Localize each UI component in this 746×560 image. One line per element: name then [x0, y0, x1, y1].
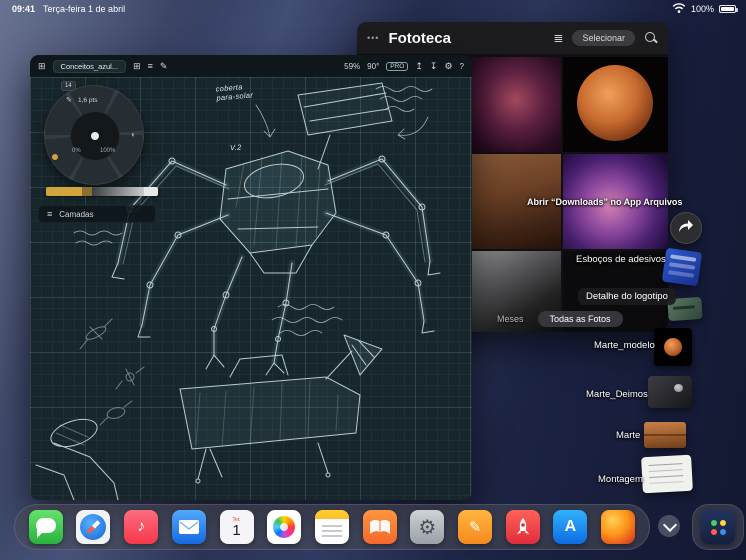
pro-badge[interactable]: PRO: [386, 61, 409, 71]
wifi-icon: [672, 3, 686, 15]
grid-settings-icon[interactable]: ⊞: [133, 61, 141, 71]
safari-app-icon[interactable]: [76, 510, 111, 544]
color-swatch-white[interactable]: [144, 187, 158, 196]
dock-suggested-section: [692, 504, 744, 550]
open-book-icon: [369, 519, 390, 534]
color-swatch-yellow[interactable]: [46, 187, 82, 196]
tool-wheel[interactable]: 14 ✎ 1,6 pts ◐ 0% 100%: [44, 81, 144, 185]
books-app-icon[interactable]: [362, 510, 397, 544]
search-icon[interactable]: [644, 31, 658, 45]
drag-thumb-mars-deimos[interactable]: [648, 376, 692, 408]
drag-thumb-mars[interactable]: [644, 422, 686, 448]
color-swatch-gray-gradient[interactable]: [92, 187, 144, 196]
view-options-icon[interactable]: ≣: [553, 31, 563, 45]
rotation-value[interactable]: 90°: [367, 62, 379, 71]
battery-percent: 100%: [690, 4, 714, 14]
messages-app-icon[interactable]: [28, 510, 63, 544]
envelope-icon: [178, 520, 199, 534]
share-button[interactable]: [670, 212, 702, 244]
photos-title: Fototeca: [388, 29, 451, 47]
tab-months[interactable]: Meses: [497, 314, 524, 324]
pencil-glyph: ✎: [468, 519, 482, 536]
opacity-min-label: 0%: [72, 148, 81, 154]
shade-tool-icon[interactable]: ◐: [131, 130, 136, 139]
drag-label-logo-detail: Detalhe do logotipo: [578, 288, 676, 305]
forward-arrow-icon: [677, 218, 695, 239]
help-button[interactable]: ?: [460, 62, 464, 71]
opacity-max-label: 100%: [100, 148, 116, 154]
clock: 09:41: [12, 4, 36, 14]
gear-icon[interactable]: ⚙: [444, 61, 452, 71]
photo-nebula-red[interactable]: [460, 57, 561, 152]
brush-icon[interactable]: ✎: [160, 61, 168, 71]
color-strip[interactable]: [46, 187, 158, 196]
active-color-dot[interactable]: [52, 154, 58, 160]
calendar-day: 1: [232, 522, 241, 540]
gear-glyph: ⚙: [418, 516, 437, 539]
tab-all-photos[interactable]: Todas as Fotos: [537, 311, 623, 327]
colored-dots-icon: [711, 520, 717, 526]
date-label: Terça-feira 1 de abril: [43, 4, 126, 14]
drop-tooltip: Abrir “Downloads” no App Arquivos: [527, 197, 683, 207]
annotation-cover-note: coberta para-solar: [215, 82, 254, 103]
drag-label-mars-model: Marte_modelo: [594, 340, 655, 351]
menu-icon[interactable]: ≡: [148, 61, 153, 71]
drag-thumb-mars-model[interactable]: [654, 328, 692, 366]
layers-panel[interactable]: ≡ Camadas: [38, 205, 156, 223]
drag-label-mars-deimos: Marte_Deimos: [586, 389, 648, 400]
music-app-icon[interactable]: ♪: [124, 510, 159, 544]
drag-label-mars: Marte: [616, 430, 641, 441]
layers-title: Camadas: [59, 209, 94, 219]
zoom-level[interactable]: 59%: [344, 62, 360, 71]
drag-label-stickers: Esboços de adesivos: [576, 254, 666, 265]
drag-thumb-stickers[interactable]: [661, 247, 703, 287]
browser-app-icon[interactable]: [601, 510, 636, 544]
dock-collapse-chevron[interactable]: [658, 515, 680, 537]
pages-app-icon[interactable]: ✎: [458, 510, 493, 544]
color-swatch-olive[interactable]: [82, 187, 92, 196]
concepts-window: ⊞ Conceitos_azul... ⊞ ≡ ✎ 59% 90° PRO ↥ …: [30, 55, 472, 500]
brush-size-label: 1,6 pts: [78, 97, 98, 104]
app-store-icon[interactable]: A: [553, 510, 588, 544]
rocket-icon: [516, 518, 529, 534]
battery-icon: [719, 5, 738, 13]
photos-app-icon[interactable]: [267, 510, 302, 544]
pen-tool-icon[interactable]: ✎: [66, 96, 72, 104]
photos-header: ••• Fototeca ≣ Selecionar: [357, 22, 668, 54]
tool-slot-badge: 14: [61, 81, 76, 91]
photo-mars-globe[interactable]: [563, 57, 668, 152]
music-note-icon: ♪: [137, 518, 146, 535]
app-library-icon[interactable]: [701, 510, 735, 544]
brush-preview-dot: [91, 132, 99, 140]
drag-thumb-montage[interactable]: [641, 454, 693, 494]
layers-menu-icon[interactable]: ≡: [47, 209, 52, 219]
import-icon[interactable]: ↧: [430, 61, 438, 71]
annotation-version-note: V.2: [229, 142, 242, 153]
status-bar: 09:41 Terça-feira 1 de abril 100%: [12, 3, 738, 15]
document-title[interactable]: Conceitos_azul...: [52, 59, 127, 73]
mail-app-icon[interactable]: [171, 510, 206, 544]
apps-grid-icon[interactable]: ⊞: [38, 61, 46, 71]
settings-app-icon[interactable]: ⚙: [410, 510, 445, 544]
notes-app-icon[interactable]: [314, 510, 349, 544]
app-store-letter: A: [564, 518, 577, 535]
calendar-app-icon[interactable]: Ter. 1: [219, 510, 254, 544]
concepts-toolbar: ⊞ Conceitos_azul... ⊞ ≡ ✎ 59% 90° PRO ↥ …: [30, 55, 472, 77]
export-icon[interactable]: ↥: [415, 61, 423, 71]
window-options-button[interactable]: •••: [367, 33, 379, 43]
dock: ♪ Ter. 1 ⚙ ✎ A: [14, 504, 650, 550]
rocket-app-icon[interactable]: [505, 510, 540, 544]
select-button[interactable]: Selecionar: [572, 30, 635, 46]
drag-label-montage: Montagem: [598, 474, 643, 485]
